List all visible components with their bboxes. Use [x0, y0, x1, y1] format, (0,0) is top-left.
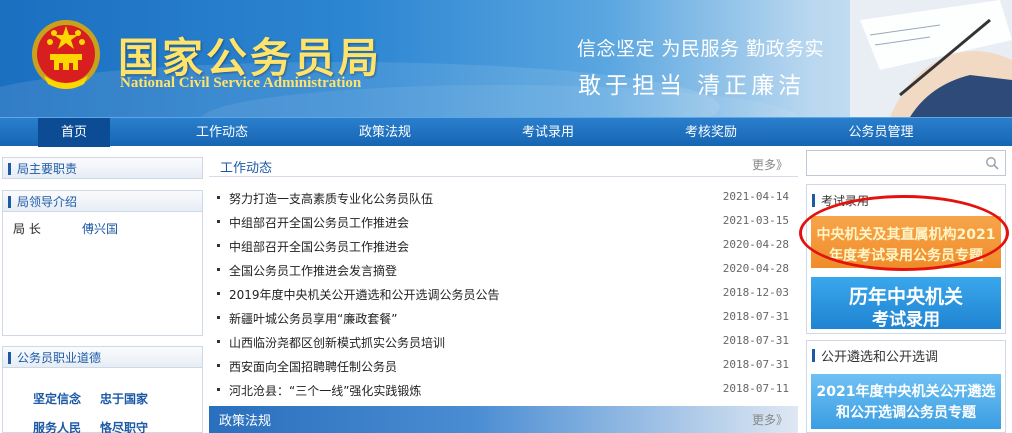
news-item-date: 2021-04-14 [722, 190, 789, 203]
ethic-item[interactable]: 服务人民 [33, 419, 81, 433]
search-input[interactable] [811, 154, 981, 172]
news-item-title[interactable]: 新疆叶城公务员享用“廉政套餐” [229, 310, 397, 327]
news-item-title[interactable]: 2019年度中央机关公开遴选和公开选调公务员公告 [229, 286, 500, 303]
past-exams-promo-banner[interactable]: 历年中央机关 考试录用 [811, 277, 1001, 329]
news-header: 工作动态 更多》 [209, 153, 798, 177]
news-item[interactable]: 山西临汾尧都区创新模式抓实公务员培训 2018-07-31 [213, 331, 793, 355]
header-banner: 国家公务员局 National Civil Service Administra… [0, 0, 1012, 117]
news-item-date: 2021-03-15 [722, 214, 789, 227]
motto-line-2: 敢于担当 清正廉洁 [578, 73, 806, 99]
selection-2021-promo-banner[interactable]: 2021年度中央机关公开遴选 和公开选调公务员专题 [811, 374, 1001, 429]
news-item[interactable]: 西安面向全国招聘聘任制公务员 2018-07-31 [213, 355, 793, 379]
promo-line: 考试录用 [872, 310, 940, 329]
duties-link[interactable]: 局主要职责 [2, 157, 203, 179]
nav-item-work-news[interactable]: 工作动态 [182, 118, 262, 147]
news-item[interactable]: 河北沧县：“三个一线”强化实践锻炼 2018-07-11 [213, 379, 793, 403]
ethics-header[interactable]: 公务员职业道德 [2, 346, 203, 368]
news-item[interactable]: 新疆叶城公务员享用“廉政套餐” 2018-07-31 [213, 307, 793, 331]
news-title[interactable]: 工作动态 [220, 157, 272, 176]
ethic-item[interactable]: 恪尽职守 [100, 419, 148, 433]
news-item-title[interactable]: 中组部召开全国公务员工作推进会 [229, 214, 409, 231]
news-list: 努力打造一支高素质专业化公务员队伍 2021-04-14 中组部召开全国公务员工作… [213, 187, 793, 403]
site-title-en: National Civil Service Administration [120, 75, 362, 91]
leader-role: 局 长 [13, 222, 41, 236]
nav-item-home[interactable]: 首页 [38, 118, 110, 147]
search-icon[interactable] [985, 156, 999, 170]
news-item-date: 2018-07-31 [722, 358, 789, 371]
nav-item-civil-servant-mgmt[interactable]: 公务员管理 [834, 118, 928, 147]
motto-line-1: 信念坚定 为民服务 勤政务实 [577, 38, 825, 60]
news-item-title[interactable]: 河北沧县：“三个一线”强化实践锻炼 [229, 382, 421, 399]
nav-item-assessment[interactable]: 考核奖励 [671, 118, 751, 147]
news-item-title[interactable]: 山西临汾尧都区创新模式抓实公务员培训 [229, 334, 445, 351]
nav-item-policy[interactable]: 政策法规 [345, 118, 425, 147]
highlight-circle [799, 195, 1009, 271]
promo-line: 2021年度中央机关公开遴选 [816, 384, 996, 400]
ethic-item[interactable]: 坚定信念 [33, 390, 81, 407]
news-item-date: 2018-12-03 [722, 286, 789, 299]
leaders-header[interactable]: 局领导介绍 [2, 190, 203, 212]
news-item[interactable]: 努力打造一支高素质专业化公务员队伍 2021-04-14 [213, 187, 793, 211]
news-item-title[interactable]: 努力打造一支高素质专业化公务员队伍 [229, 190, 433, 207]
news-item[interactable]: 2019年度中央机关公开遴选和公开选调公务员公告 2018-12-03 [213, 283, 793, 307]
main-nav: 首页 工作动态 政策法规 考试录用 考核奖励 公务员管理 [0, 117, 1012, 147]
promo-line: 和公开选调公务员专题 [836, 405, 976, 421]
selection-panel-title: 公开遴选和公开选调 [821, 350, 939, 365]
news-item-date: 2020-04-28 [722, 262, 789, 275]
news-item-title[interactable]: 全国公务员工作推进会发言摘登 [229, 262, 397, 279]
policy-header: 政策法规 更多》 [209, 406, 798, 433]
news-item[interactable]: 中组部召开全国公务员工作推进会 2020-04-28 [213, 235, 793, 259]
news-item[interactable]: 全国公务员工作推进会发言摘登 2020-04-28 [213, 259, 793, 283]
policy-title[interactable]: 政策法规 [219, 410, 271, 429]
policy-more-link[interactable]: 更多》 [752, 411, 788, 428]
news-item[interactable]: 中组部召开全国公务员工作推进会 2021-03-15 [213, 211, 793, 235]
news-item-date: 2018-07-31 [722, 334, 789, 347]
news-item-title[interactable]: 中组部召开全国公务员工作推进会 [229, 238, 409, 255]
search-box [806, 150, 1006, 176]
leader-name-link[interactable]: 傅兴国 [82, 220, 118, 237]
news-item-title[interactable]: 西安面向全国招聘聘任制公务员 [229, 358, 397, 375]
writing-hand-image [850, 0, 1012, 117]
news-more-link[interactable]: 更多》 [752, 156, 788, 173]
nav-item-exam[interactable]: 考试录用 [508, 118, 588, 147]
leaders-panel: 局 长 傅兴国 [2, 212, 203, 336]
news-item-date: 2018-07-11 [722, 382, 789, 395]
page: 国家公务员局 National Civil Service Administra… [0, 0, 1012, 433]
ethic-item[interactable]: 忠于国家 [100, 390, 148, 407]
news-item-date: 2018-07-31 [722, 310, 789, 323]
national-emblem-icon [32, 20, 100, 89]
news-item-date: 2020-04-28 [722, 238, 789, 251]
ethics-panel: 坚定信念 忠于国家 服务人民 恪尽职守 [2, 368, 203, 433]
